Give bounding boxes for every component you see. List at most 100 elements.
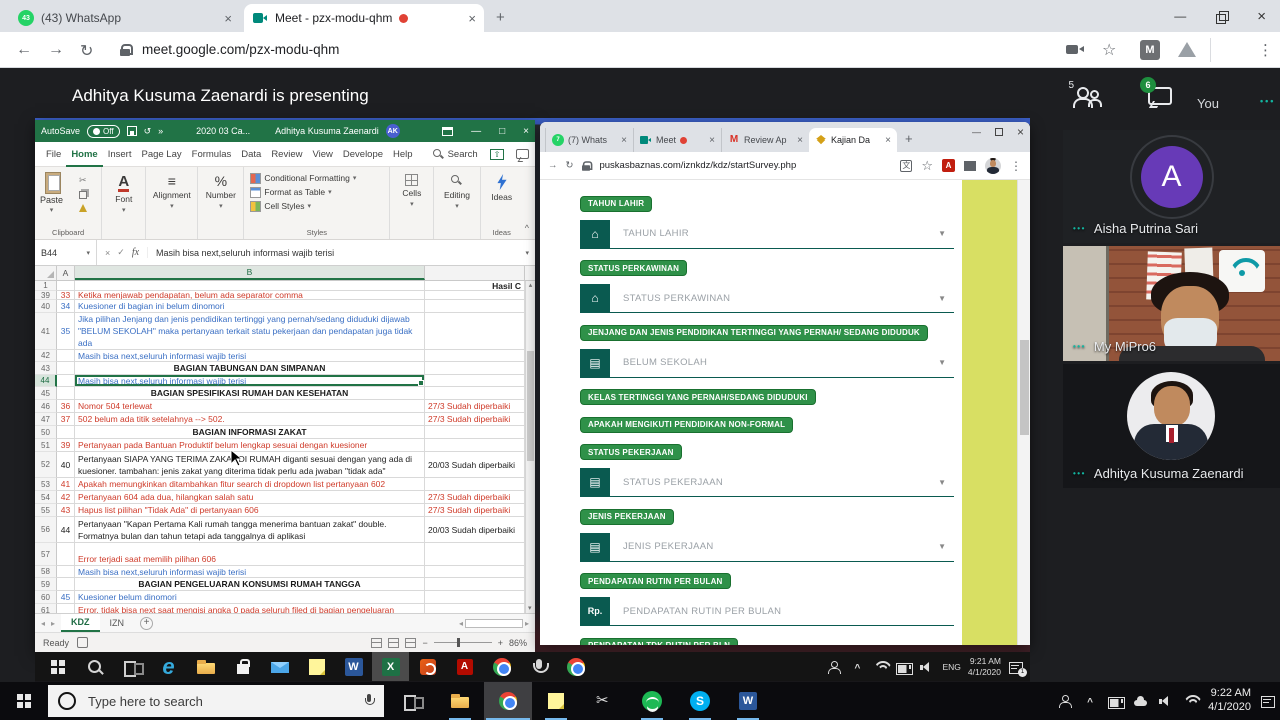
- edge-icon[interactable]: e: [150, 652, 187, 681]
- new-tab-button[interactable]: +: [905, 131, 913, 146]
- table-row[interactable]: 52 40 Pertanyaan SIAPA YANG TERIMA ZAKAT…: [35, 452, 535, 478]
- action-center-icon[interactable]: [1260, 693, 1276, 709]
- close-tab-icon[interactable]: ×: [468, 11, 476, 26]
- drive-extension-icon[interactable]: [1178, 42, 1196, 57]
- row-number[interactable]: 42: [35, 350, 57, 362]
- share-icon[interactable]: ⇧: [490, 149, 504, 160]
- table-row[interactable]: 61 Error, tidak bisa next saat mengisi a…: [35, 604, 535, 613]
- save-icon[interactable]: [127, 126, 137, 136]
- menu-item[interactable]: View: [307, 144, 337, 165]
- skype-icon[interactable]: S: [676, 682, 724, 720]
- playlist-extension-icon[interactable]: [964, 161, 976, 171]
- speaker-icon[interactable]: [919, 659, 935, 675]
- maximize-icon[interactable]: [995, 128, 1003, 136]
- task-view-icon[interactable]: [388, 682, 436, 720]
- row-number[interactable]: 51: [35, 439, 57, 452]
- row-number[interactable]: 60: [35, 591, 57, 604]
- browser-menu-icon[interactable]: ⋮: [1010, 159, 1022, 173]
- table-row[interactable]: 60 45 Kuesioner belum dinomori: [35, 591, 535, 604]
- autosave-toggle[interactable]: Off: [87, 125, 120, 138]
- close-tab-icon[interactable]: ×: [885, 135, 891, 146]
- number-group-button[interactable]: %Number▾: [198, 167, 243, 210]
- enter-icon[interactable]: ✓: [117, 247, 125, 258]
- restore-icon[interactable]: [1216, 11, 1227, 22]
- taskbar-search[interactable]: Type here to search: [48, 685, 384, 717]
- table-row[interactable]: 53 41 Apakah memungkinkan ditambahkan fi…: [35, 478, 535, 491]
- conditional-formatting-button[interactable]: Conditional Formatting▾: [244, 171, 389, 185]
- form-field[interactable]: BELUM SEKOLAH ▼: [580, 349, 954, 378]
- menu-item[interactable]: Develope: [338, 144, 388, 165]
- close-tab-icon[interactable]: ×: [709, 135, 715, 146]
- form-field[interactable]: STATUS PERKAWINAN ▼: [580, 284, 954, 313]
- table-row[interactable]: 39 33 Ketika menjawab pendapatan, belum …: [35, 291, 535, 300]
- table-row[interactable]: 50 BAGIAN INFORMASI ZAKAT: [35, 426, 535, 439]
- table-row[interactable]: 47 37 502 belum ada titik setelahnya -->…: [35, 413, 535, 426]
- format-as-table-button[interactable]: Format as Table▾: [244, 185, 389, 199]
- back-icon[interactable]: ←: [16, 41, 32, 59]
- table-row[interactable]: 59 BAGIAN PENGELUARAN KONSUMSI RUMAH TAN…: [35, 578, 535, 591]
- wifi-icon[interactable]: [1183, 693, 1199, 709]
- reload-icon[interactable]: ↻: [566, 160, 574, 171]
- clock[interactable]: 9:22 AM4/1/2020: [1208, 687, 1251, 715]
- close-tab-icon[interactable]: ×: [621, 135, 627, 146]
- chrome-icon[interactable]: [484, 682, 532, 720]
- table-row[interactable]: 40 34 Kuesioner di bagian ini belum dino…: [35, 300, 535, 313]
- close-tab-icon[interactable]: ×: [797, 135, 803, 146]
- search-box[interactable]: Search: [432, 148, 478, 160]
- row-number[interactable]: 55: [35, 504, 57, 517]
- mail-icon[interactable]: [261, 652, 298, 681]
- row-number[interactable]: 56: [35, 517, 57, 543]
- acrobat-icon[interactable]: A: [446, 652, 483, 681]
- form-field[interactable]: Rp. PENDAPATAN RUTIN PER BULAN: [580, 597, 954, 626]
- minimize-icon[interactable]: —: [972, 127, 981, 137]
- row-number[interactable]: 53: [35, 478, 57, 491]
- inner-browser-tab[interactable]: 7 (7) Whats ×: [545, 128, 633, 152]
- row-number[interactable]: 1: [35, 281, 57, 291]
- pdf-extension-icon[interactable]: A: [942, 159, 955, 172]
- reload-icon[interactable]: ↻: [80, 41, 93, 61]
- inner-browser-tab[interactable]: Review Ap ×: [721, 128, 809, 152]
- menu-item[interactable]: Page Lay: [136, 144, 186, 165]
- form-field[interactable]: JENIS PEKERJAAN ▼: [580, 533, 954, 562]
- minimize-icon[interactable]: —: [1174, 9, 1186, 23]
- name-box[interactable]: B44▾: [35, 240, 97, 265]
- page-scrollbar[interactable]: [1017, 180, 1030, 645]
- alignment-group-button[interactable]: ≡Alignment▾: [146, 167, 197, 210]
- ideas-button[interactable]: Ideas: [481, 167, 523, 202]
- table-row[interactable]: 55 43 Hapus list pilihan "Tidak Ada" di …: [35, 504, 535, 517]
- formula-text[interactable]: Masih bisa next,seluruh informasi wajib …: [148, 248, 334, 258]
- column-header-c[interactable]: [425, 266, 525, 280]
- row-number[interactable]: 61: [35, 604, 57, 613]
- menu-item[interactable]: Review: [266, 144, 307, 165]
- editing-group-button[interactable]: Editing▾: [434, 167, 479, 210]
- page-layout-view-icon[interactable]: [388, 638, 399, 648]
- tray-chevron-icon[interactable]: [1083, 693, 1099, 709]
- row-number[interactable]: 57: [35, 543, 57, 566]
- close-icon[interactable]: ×: [1257, 8, 1266, 25]
- format-painter-icon[interactable]: [79, 204, 87, 212]
- row-number[interactable]: 44: [35, 375, 57, 387]
- table-row[interactable]: 56 44 Pertanyaan "Kapan Pertama Kali rum…: [35, 517, 535, 543]
- menu-item[interactable]: Formulas: [187, 144, 237, 165]
- onedrive-icon[interactable]: [1133, 693, 1149, 709]
- sheet-next-icon[interactable]: ▸: [51, 619, 55, 628]
- inner-browser-tab[interactable]: Meet ×: [633, 128, 721, 152]
- table-row[interactable]: 54 42 Pertanyaan 604 ada dua, hilangkan …: [35, 491, 535, 504]
- menu-item[interactable]: File: [41, 144, 66, 165]
- close-tab-icon[interactable]: ×: [224, 11, 232, 26]
- table-row[interactable]: 1 Hasil C: [35, 281, 535, 291]
- sheet-tab[interactable]: IZN: [100, 614, 135, 632]
- url-bar[interactable]: meet.google.com/pzx-modu-qhm: [142, 42, 339, 57]
- menu-item[interactable]: Insert: [103, 144, 137, 165]
- form-field[interactable]: TAHUN LAHIR ▼: [580, 220, 954, 249]
- form-field[interactable]: STATUS PEKERJAAN ▼: [580, 468, 954, 497]
- search-icon[interactable]: [76, 652, 113, 681]
- row-number[interactable]: 47: [35, 413, 57, 426]
- participant-tile[interactable]: •••Adhitya Kusuma Zaenardi: [1063, 364, 1280, 488]
- extension-icon[interactable]: M: [1140, 40, 1160, 60]
- profile-avatar[interactable]: [985, 158, 1001, 174]
- speaker-icon[interactable]: [1158, 693, 1174, 709]
- comments-icon[interactable]: [516, 149, 529, 159]
- office-icon[interactable]: [409, 652, 446, 681]
- add-sheet-button[interactable]: +: [140, 617, 153, 630]
